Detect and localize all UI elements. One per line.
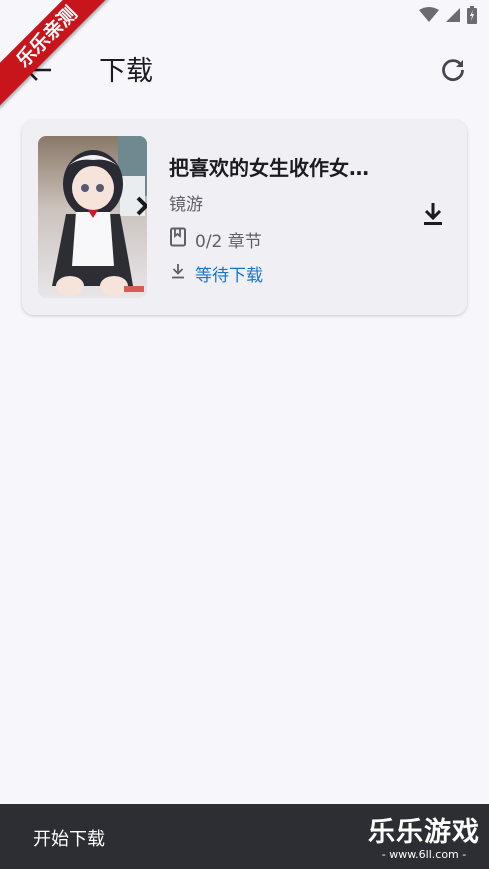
screen: 乐乐亲测 下载 把喜欢的女生收作女… 镜游 0/2 章节 等待下载 开始下载 乐… bbox=[0, 0, 489, 869]
download-status-row: 等待下载 bbox=[169, 261, 263, 286]
book-cover bbox=[38, 136, 147, 298]
download-item-card[interactable]: 把喜欢的女生收作女… 镜游 0/2 章节 等待下载 bbox=[22, 120, 467, 315]
start-download-button[interactable]: 开始下载 bbox=[33, 825, 105, 851]
download-button[interactable] bbox=[415, 198, 451, 234]
chapter-count: 0/2 章节 bbox=[195, 232, 262, 252]
brand-watermark: 乐乐游戏 - www.6ll.com - bbox=[365, 818, 483, 862]
bottom-bar: 开始下载 乐乐游戏 - www.6ll.com - bbox=[0, 804, 489, 869]
brand-name: 乐乐游戏 bbox=[368, 817, 480, 848]
book-icon bbox=[169, 227, 187, 252]
status-icons bbox=[419, 6, 477, 24]
download-icon bbox=[422, 202, 444, 230]
brand-url: - www.6ll.com - bbox=[381, 848, 467, 861]
wifi-icon bbox=[419, 7, 439, 23]
refresh-icon bbox=[440, 57, 466, 87]
page-title: 下载 bbox=[99, 56, 153, 87]
download-small-icon bbox=[169, 262, 187, 285]
battery-icon bbox=[467, 6, 477, 24]
book-title: 把喜欢的女生收作女… bbox=[169, 156, 369, 180]
book-source: 镜游 bbox=[169, 195, 203, 215]
download-status: 等待下载 bbox=[195, 266, 263, 286]
chapter-count-row: 0/2 章节 bbox=[169, 227, 262, 252]
app-bar: 下载 bbox=[0, 40, 489, 104]
refresh-button[interactable] bbox=[435, 54, 471, 90]
signal-icon bbox=[445, 7, 461, 23]
